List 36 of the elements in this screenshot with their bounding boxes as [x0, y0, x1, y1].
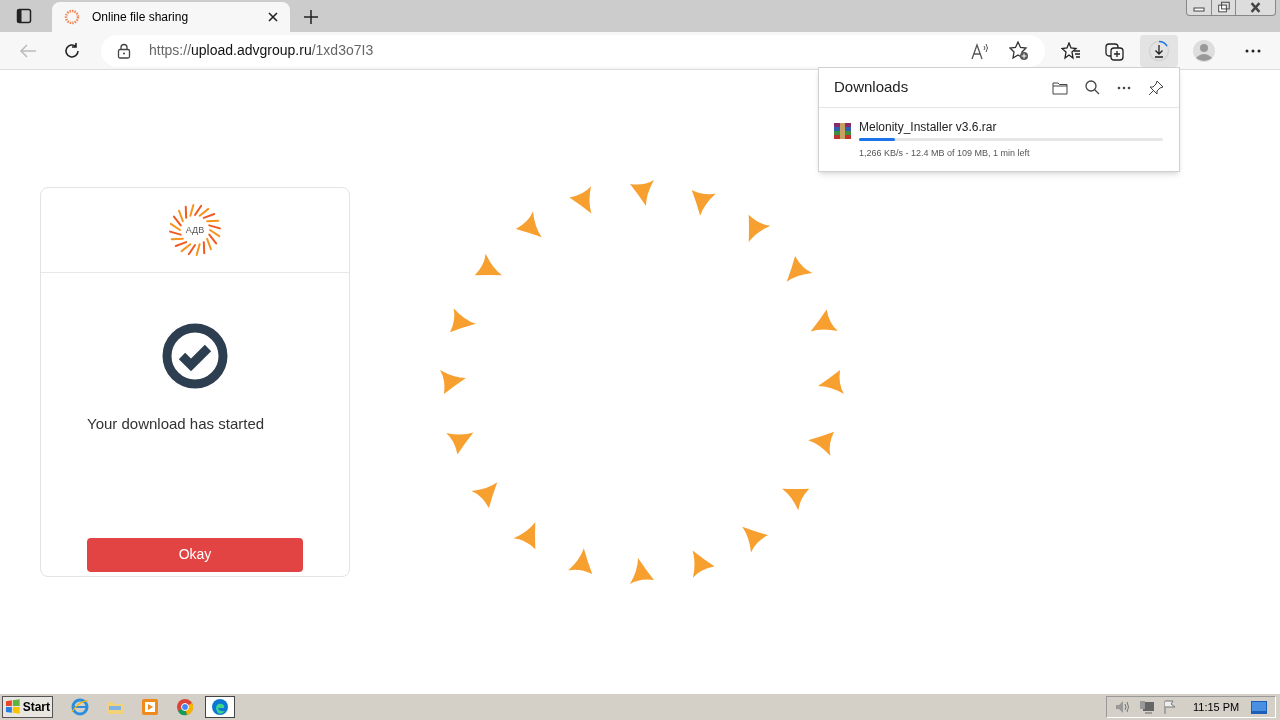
network-icon[interactable] [1139, 700, 1155, 714]
show-desktop-icon[interactable] [1251, 700, 1267, 714]
download-message: Your download has started [87, 414, 265, 434]
read-aloud-icon[interactable] [971, 41, 991, 60]
url-text: https://upload.advgroup.ru/1xd3o7I3 [149, 41, 375, 60]
downloads-title: Downloads [834, 77, 910, 98]
archive-file-icon [834, 123, 851, 139]
file-name[interactable]: Melonity_Installer v3.6.rar [859, 118, 1164, 136]
open-folder-icon[interactable] [1052, 80, 1068, 95]
windows-logo-icon [5, 699, 21, 715]
company-logo: АДВ [168, 203, 222, 257]
downloads-button[interactable] [1140, 34, 1178, 67]
download-status: 1,266 KB/s - 12.4 MB of 109 MB, 1 min left [859, 147, 1031, 160]
collections-icon[interactable] [1105, 40, 1125, 61]
download-progress-icon [1148, 39, 1170, 62]
start-button[interactable]: Start [2, 696, 53, 718]
close-tab-icon[interactable] [268, 12, 278, 22]
pin-icon[interactable] [1148, 79, 1164, 96]
check-circle-icon [162, 323, 228, 389]
search-icon[interactable] [1085, 80, 1100, 95]
more-options-icon[interactable] [1245, 48, 1261, 53]
more-options-icon[interactable] [1117, 85, 1131, 90]
new-tab-icon[interactable] [304, 10, 318, 24]
profile-avatar-icon[interactable] [1193, 39, 1215, 62]
lock-icon [117, 42, 131, 59]
site-favicon-icon [64, 9, 80, 25]
okay-button[interactable]: Okay [87, 537, 303, 572]
browser-tab[interactable]: Online file sharing [52, 2, 290, 32]
favorites-icon[interactable] [1061, 41, 1081, 60]
swirl-browser-icon[interactable] [205, 696, 235, 718]
clock: 11:15 PM [1193, 699, 1240, 715]
add-favorite-icon[interactable] [1009, 40, 1029, 61]
refresh-icon[interactable] [63, 41, 81, 60]
address-bar[interactable]: https://upload.advgroup.ru/1xd3o7I3 [101, 34, 1045, 67]
tab-actions-icon[interactable] [16, 8, 32, 24]
flag-icon[interactable] [1163, 700, 1177, 714]
